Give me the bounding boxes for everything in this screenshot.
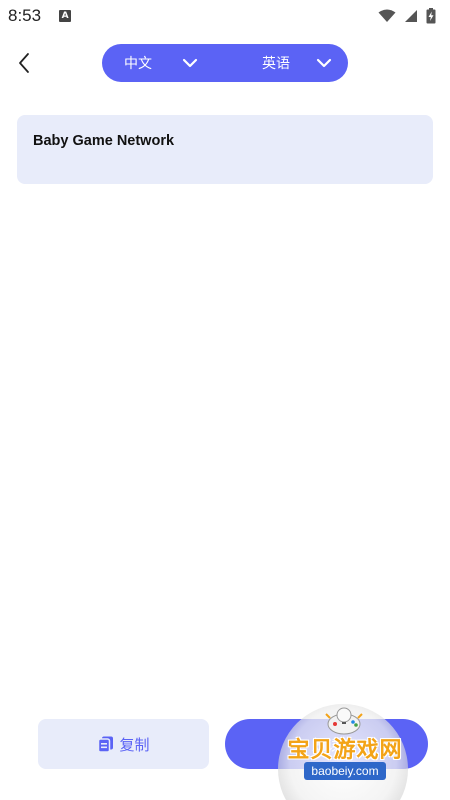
language-switcher: 中文 英语 xyxy=(102,44,348,82)
a-icon: A xyxy=(59,10,72,22)
target-language-label: 英语 xyxy=(262,56,290,72)
chevron-down-icon xyxy=(316,58,332,68)
copy-button[interactable]: 复制 xyxy=(38,719,209,769)
status-bar: 8:53 A xyxy=(0,0,450,32)
source-language-selector[interactable]: 中文 xyxy=(124,44,198,82)
signal-icon xyxy=(405,10,417,22)
translation-text: Baby Game Network xyxy=(33,133,175,149)
copy-label: 复制 xyxy=(119,735,150,754)
status-left: 8:53 A xyxy=(8,6,72,26)
read-aloud-button[interactable]: 朗读 xyxy=(225,719,428,769)
read-aloud-label: 朗读 xyxy=(311,735,342,754)
status-right xyxy=(378,8,436,24)
target-language-selector[interactable]: 英语 xyxy=(262,44,332,82)
translation-text-card[interactable]: Baby Game Network xyxy=(17,115,433,184)
battery-charging-icon xyxy=(426,8,436,24)
source-language-label: 中文 xyxy=(124,56,152,72)
chevron-left-icon xyxy=(19,53,29,73)
chevron-down-icon xyxy=(182,58,198,68)
header: 中文 英语 xyxy=(0,40,450,86)
copy-icon xyxy=(98,736,114,753)
status-time: 8:53 xyxy=(8,6,42,25)
back-button[interactable] xyxy=(10,46,38,80)
wifi-icon xyxy=(378,9,396,22)
